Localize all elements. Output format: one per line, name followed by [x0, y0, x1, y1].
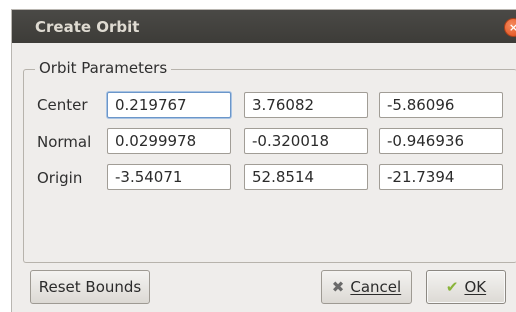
center-z-field[interactable] [379, 92, 503, 118]
cancel-button[interactable]: ✖ Cancel [321, 270, 412, 304]
cancel-icon: ✖ [331, 278, 345, 296]
normal-z-field[interactable] [379, 128, 503, 154]
ok-button[interactable]: ✔ OK [426, 270, 506, 304]
title-bar[interactable]: Create Orbit × [12, 10, 516, 43]
close-icon[interactable]: × [504, 18, 516, 37]
checkmark-icon: ✔ [445, 278, 459, 296]
reset-bounds-button[interactable]: Reset Bounds [30, 270, 150, 304]
create-orbit-dialog: Create Orbit × Orbit Parameters Center N… [11, 9, 516, 312]
origin-label: Origin [37, 169, 83, 187]
dialog-title: Create Orbit [35, 18, 140, 36]
normal-label: Normal [37, 133, 92, 151]
origin-x-field[interactable] [107, 164, 231, 190]
ok-label: OK [464, 278, 487, 296]
orbit-parameters-legend: Orbit Parameters [35, 59, 172, 77]
center-label: Center [37, 96, 88, 114]
origin-z-field[interactable] [379, 164, 503, 190]
center-y-field[interactable] [244, 92, 368, 118]
normal-y-field[interactable] [244, 128, 368, 154]
origin-y-field[interactable] [244, 164, 368, 190]
reset-bounds-label: Reset Bounds [38, 278, 142, 296]
cancel-label: Cancel [350, 278, 402, 296]
center-x-field[interactable] [107, 92, 231, 118]
normal-x-field[interactable] [107, 128, 231, 154]
